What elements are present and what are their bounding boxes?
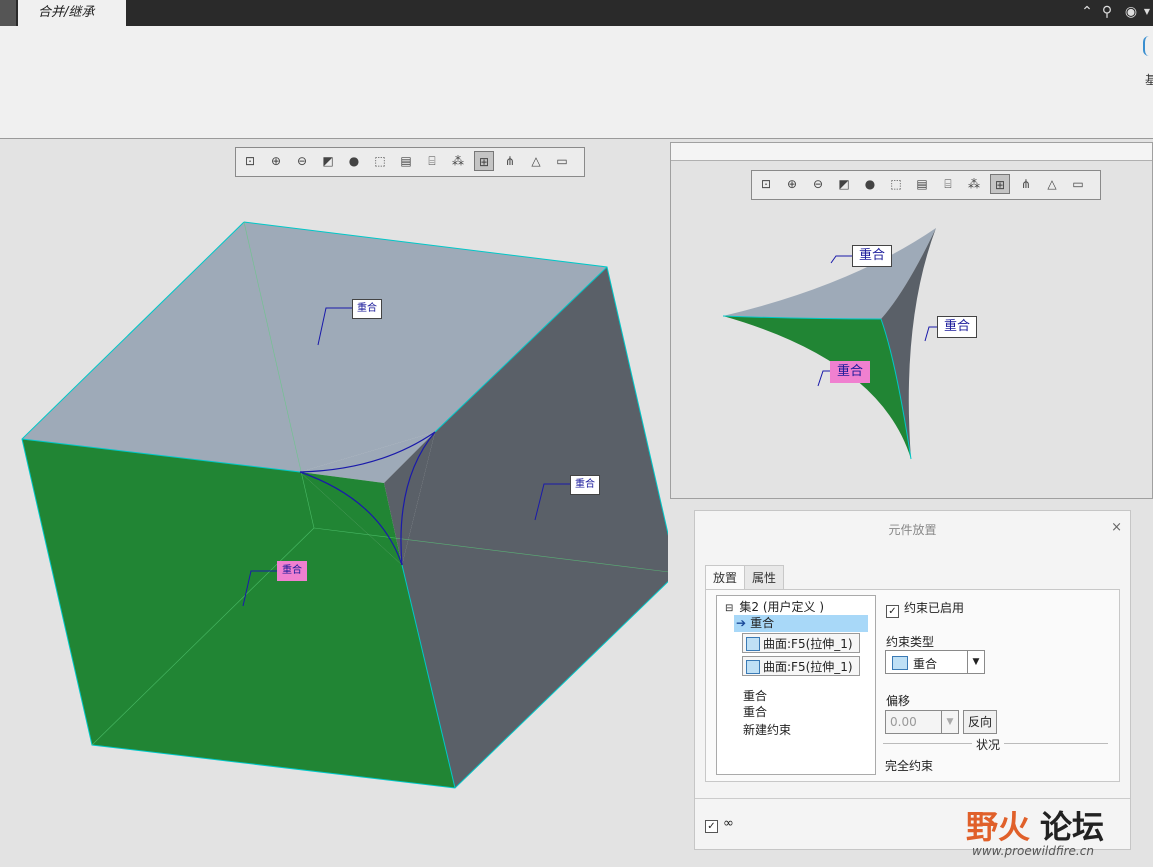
display-style-icon[interactable]: ● (860, 174, 880, 194)
zoom-in-icon[interactable]: ⊕ (782, 174, 802, 194)
tree-set-node[interactable]: ⊟ 集2 (用户定义 ) (725, 598, 824, 615)
offset-field[interactable]: 0.00 ▼ (885, 710, 959, 734)
csys-icon[interactable]: ⋔ (500, 151, 520, 171)
tree-reference-1[interactable]: 曲面:F5(拉伸_1) (742, 633, 860, 653)
watermark-logo-text: 野火 论坛 (966, 802, 1104, 848)
csys-icon[interactable]: ⋔ (1016, 174, 1036, 194)
graphics-toolbar: ⊡ ⊕ ⊖ ◩ ● ⬚ ▤ ⌸ ⁂ ⊞ ⋔ △ ▭ (235, 147, 585, 177)
dialog-title: 元件放置 (888, 523, 937, 537)
constraint-type-select[interactable]: 重合 ▼ (885, 650, 985, 674)
preview-checkbox[interactable]: ✓ (705, 820, 718, 833)
preview-toolbar: ⊡ ⊕ ⊖ ◩ ● ⬚ ▤ ⌸ ⁂ ⊞ ⋔ △ ▭ (751, 170, 1101, 200)
collapse-ribbon-icon[interactable]: ⌃ (1078, 3, 1096, 21)
constraint-enabled-label: 约束已启用 (904, 601, 965, 615)
offset-label: 偏移 (886, 694, 911, 708)
constraint-type-label: 约束类型 (886, 635, 935, 649)
tab-properties[interactable]: 属性 (744, 565, 785, 590)
dialog-divider (695, 798, 1130, 799)
tree-active-constraint[interactable]: ➔ 重合 (734, 615, 868, 632)
help-dropdown-icon[interactable]: ▼ (1141, 3, 1153, 21)
preview-tag-top[interactable]: 重合 (852, 245, 893, 267)
perspective-icon[interactable]: △ (1042, 174, 1062, 194)
perspective-icon[interactable]: △ (526, 151, 546, 171)
constraint-tree[interactable]: ⊟ 集2 (用户定义 ) ➔ 重合 曲面:F5(拉伸_1) 曲面:F5(拉伸_1) … (716, 595, 876, 775)
reference-2-label: 曲面:F5(拉伸_1) (763, 660, 853, 674)
zoom-out-icon[interactable]: ⊖ (808, 174, 828, 194)
watermark-text-1: 野火 (966, 808, 1031, 846)
annotation-display-icon[interactable]: ⁂ (964, 174, 984, 194)
saved-orientation-icon[interactable]: ⬚ (370, 151, 390, 171)
datum-display-icon[interactable]: ⌸ (938, 174, 958, 194)
help-icon[interactable]: ◉ (1122, 3, 1140, 21)
reference-1-label: 曲面:F5(拉伸_1) (763, 637, 853, 651)
repaint-icon[interactable]: ◩ (318, 151, 338, 171)
search-icon[interactable]: ⚲ (1098, 3, 1116, 21)
datum-label[interactable]: 基 (1145, 71, 1153, 88)
left-tab-stub[interactable] (0, 0, 16, 26)
close-icon[interactable]: × (1111, 520, 1122, 535)
arrow-right-icon: ➔ (736, 616, 747, 630)
surface-icon (746, 660, 760, 674)
offset-value: 0.00 (890, 715, 917, 729)
title-bar: 合并/继承 ⌃ ⚲ ◉ ▼ (0, 0, 1153, 26)
main-graphics-window[interactable]: 重合 重合 重合 ⊡ ⊕ ⊖ ◩ ● ⬚ ▤ ⌸ ⁂ ⊞ ⋔ △ ▭ (0, 139, 668, 867)
tree-reference-2[interactable]: 曲面:F5(拉伸_1) (742, 656, 860, 676)
component-placement-dialog: 元件放置 × 放置 属性 ⊟ 集2 (用户定义 ) ➔ 重合 曲面:F5(拉伸_1) … (694, 510, 1131, 850)
status-label: 状况 (972, 736, 1005, 753)
zoom-in-icon[interactable]: ⊕ (266, 151, 286, 171)
zoom-fit-icon[interactable]: ⊡ (240, 151, 260, 171)
constraint-tag-right[interactable]: 重合 (570, 475, 600, 495)
view-manager-icon[interactable]: ▤ (912, 174, 932, 194)
component-preview-window[interactable]: 重合 重合 重合 ⊡ ⊕ ⊖ ◩ ● ⬚ ▤ ⌸ ⁂ ⊞ ⋔ △ ▭ (670, 142, 1153, 499)
preview-tag-left[interactable]: 重合 (830, 361, 871, 383)
ribbon: 基 (0, 26, 1153, 139)
spin-center-icon[interactable]: ⊞ (990, 174, 1010, 194)
render-icon[interactable]: ▭ (1068, 174, 1088, 194)
surface-icon (746, 637, 760, 651)
spin-center-icon[interactable]: ⊞ (474, 151, 494, 171)
tree-constraint-3[interactable]: 重合 (743, 703, 767, 720)
saved-orientation-icon[interactable]: ⬚ (886, 174, 906, 194)
glasses-icon: ∞ (723, 816, 734, 831)
preview-tag-right[interactable]: 重合 (937, 316, 978, 338)
chevron-down-icon[interactable]: ▼ (967, 651, 984, 673)
status-value: 完全约束 (885, 759, 934, 773)
tab-merge-inherit[interactable]: 合并/继承 (18, 0, 126, 26)
flip-button[interactable]: 反向 (963, 710, 998, 734)
constraint-tag-left[interactable]: 重合 (277, 561, 307, 581)
offset-dropdown-icon[interactable]: ▼ (941, 711, 958, 733)
render-icon[interactable]: ▭ (552, 151, 572, 171)
zoom-out-icon[interactable]: ⊖ (292, 151, 312, 171)
constraint-type-value: 重合 (913, 657, 938, 671)
tree-new-constraint[interactable]: 新建约束 (743, 721, 791, 738)
dialog-tabs: 放置 属性 (705, 565, 785, 590)
datum-icon[interactable] (1143, 36, 1153, 56)
tab-placement[interactable]: 放置 (705, 565, 746, 590)
zoom-fit-icon[interactable]: ⊡ (756, 174, 776, 194)
active-constraint-label: 重合 (750, 616, 775, 630)
constraint-enabled-checkbox[interactable]: ✓ (886, 605, 899, 618)
coincident-icon (892, 656, 908, 670)
placement-panel: ⊟ 集2 (用户定义 ) ➔ 重合 曲面:F5(拉伸_1) 曲面:F5(拉伸_1) … (705, 589, 1120, 782)
preview-toggle[interactable]: ✓ ∞ (705, 816, 734, 833)
set-label: 集2 (用户定义 ) (739, 600, 825, 614)
constraint-enabled-row[interactable]: ✓ 约束已启用 (886, 599, 964, 618)
annotation-display-icon[interactable]: ⁂ (448, 151, 468, 171)
collapse-icon[interactable]: ⊟ (725, 603, 733, 614)
datum-display-icon[interactable]: ⌸ (422, 151, 442, 171)
display-style-icon[interactable]: ● (344, 151, 364, 171)
tree-constraint-2[interactable]: 重合 (743, 687, 767, 704)
preview-left-face (723, 316, 911, 459)
watermark-text-2: 论坛 (1040, 808, 1105, 846)
watermark-url: www.proewildfire.cn (972, 844, 1094, 858)
main-model-canvas[interactable] (0, 139, 668, 867)
constraint-tag-top[interactable]: 重合 (352, 299, 382, 319)
repaint-icon[interactable]: ◩ (834, 174, 854, 194)
view-manager-icon[interactable]: ▤ (396, 151, 416, 171)
